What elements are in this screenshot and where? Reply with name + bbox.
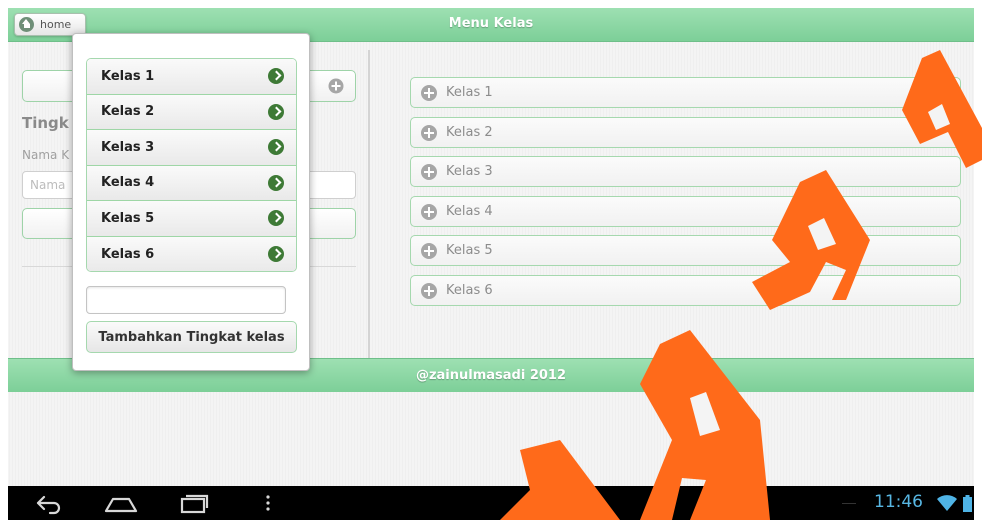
arrow-right-icon — [268, 103, 284, 120]
wifi-icon — [937, 495, 957, 511]
system-navigation-bar: 11:46 — [8, 486, 974, 520]
menu-icon[interactable] — [258, 486, 278, 520]
home-nav-icon[interactable] — [100, 486, 142, 520]
kelas-list-item[interactable]: Kelas 5 — [410, 235, 961, 266]
popup-kelas-item-label: Kelas 2 — [101, 104, 155, 120]
popup-kelas-item[interactable]: Kelas 2 — [87, 94, 296, 130]
kelas-list-item[interactable]: Kelas 6 — [410, 275, 961, 306]
arrow-right-icon — [268, 210, 284, 227]
popup-kelas-item[interactable]: Kelas 5 — [87, 201, 296, 237]
kelas-list-item[interactable]: Kelas 2 — [410, 117, 961, 148]
window-frame-right — [974, 0, 982, 520]
kelas-list-item-label: Kelas 1 — [446, 85, 493, 100]
plus-icon — [421, 84, 437, 101]
popup-kelas-item[interactable]: Kelas 1 — [87, 59, 296, 95]
kelas-list-item-label: Kelas 5 — [446, 243, 493, 258]
name-field-label: Nama K — [22, 148, 70, 162]
app-screen: Menu Kelas home Tingk Nama K Nama Kelas … — [0, 0, 982, 520]
form-title: Tingk — [22, 114, 69, 132]
panel-divider — [368, 50, 370, 358]
status-separator — [842, 503, 856, 504]
kelas-popup-menu: Kelas 1 Kelas 2 Kelas 3 Kelas 4 Kelas 5 … — [72, 33, 310, 371]
popup-kelas-item-label: Kelas 3 — [101, 139, 155, 155]
plus-icon — [421, 203, 437, 220]
kelas-list-item-label: Kelas 2 — [446, 125, 493, 140]
arrow-right-icon — [268, 139, 284, 156]
new-kelas-input[interactable] — [86, 286, 286, 314]
popup-kelas-item[interactable]: Kelas 3 — [87, 130, 296, 166]
name-input-placeholder: Nama — [30, 178, 66, 192]
kelas-list-item-label: Kelas 4 — [446, 204, 493, 219]
popup-kelas-item[interactable]: Kelas 4 — [87, 165, 296, 201]
window-frame-left — [0, 0, 8, 520]
arrow-right-icon — [268, 68, 284, 85]
popup-kelas-item-label: Kelas 1 — [101, 68, 155, 84]
popup-kelas-item[interactable]: Kelas 6 — [87, 236, 296, 271]
popup-kelas-item-label: Kelas 5 — [101, 210, 155, 226]
kelas-list-item-label: Kelas 3 — [446, 164, 493, 179]
recents-icon[interactable] — [174, 486, 214, 520]
popup-kelas-list: Kelas 1 Kelas 2 Kelas 3 Kelas 4 Kelas 5 … — [86, 58, 297, 272]
plus-icon — [421, 163, 437, 180]
plus-icon — [421, 242, 437, 259]
kelas-list-item[interactable]: Kelas 3 — [410, 156, 961, 187]
home-icon — [19, 17, 34, 32]
battery-icon — [963, 495, 972, 512]
window-frame-top — [0, 0, 982, 8]
add-circle-icon[interactable] — [328, 78, 344, 94]
home-button-label: home — [40, 18, 72, 31]
popup-kelas-item-label: Kelas 4 — [101, 175, 155, 191]
back-icon[interactable] — [28, 486, 68, 520]
kelas-list-item[interactable]: Kelas 1 — [410, 77, 961, 108]
popup-kelas-item-label: Kelas 6 — [101, 246, 155, 262]
plus-icon — [421, 282, 437, 299]
arrow-right-icon — [268, 246, 284, 263]
kelas-list-item-label: Kelas 6 — [446, 283, 493, 298]
add-tingkat-kelas-button[interactable]: Tambahkan Tingkat kelas — [86, 321, 297, 353]
arrow-right-icon — [268, 174, 284, 191]
kelas-list-item[interactable]: Kelas 4 — [410, 196, 961, 227]
plus-icon — [421, 124, 437, 141]
status-clock: 11:46 — [874, 492, 923, 512]
